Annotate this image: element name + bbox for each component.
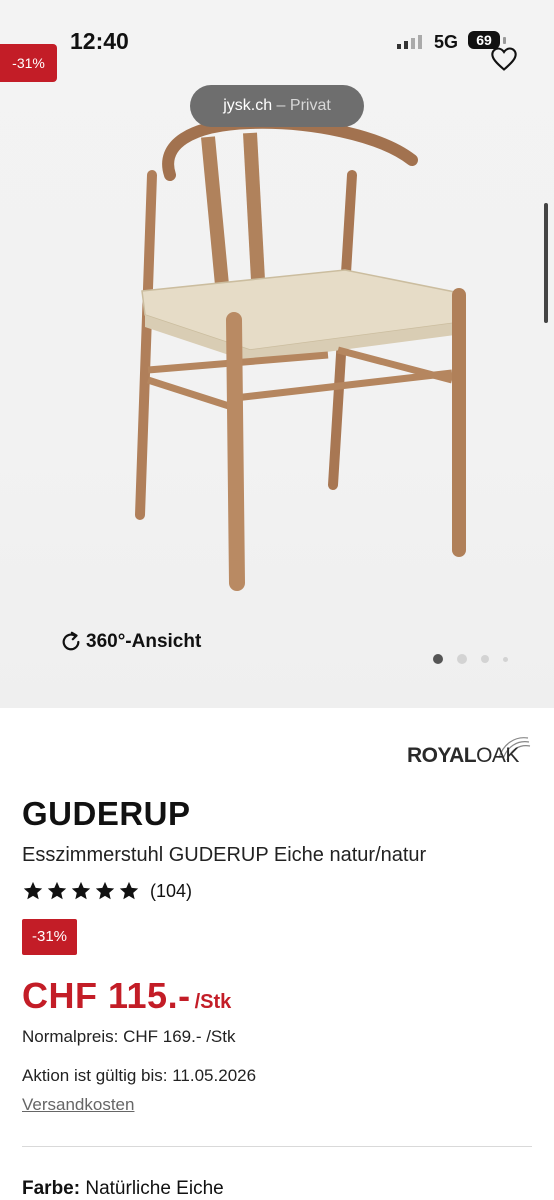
product-title: GUDERUP bbox=[22, 795, 191, 832]
price-amount: CHF 115.- bbox=[22, 975, 191, 1016]
discount-corner-badge: -31% bbox=[0, 44, 57, 82]
brand-logo-royal-oak[interactable]: ROYALOAK bbox=[407, 730, 532, 768]
url-domain: jysk.ch bbox=[223, 97, 273, 114]
private-mode-label: – Privat bbox=[276, 97, 331, 114]
star-icon bbox=[95, 881, 115, 900]
scrollbar[interactable] bbox=[544, 203, 548, 323]
color-label: Farbe: bbox=[22, 1178, 81, 1199]
view-360-button[interactable]: 360°-Ansicht bbox=[60, 630, 201, 654]
normal-price: Normalpreis: CHF 169.- /Stk bbox=[22, 1027, 236, 1046]
star-icon bbox=[71, 881, 91, 900]
signal-icon bbox=[397, 35, 422, 49]
carousel-dot[interactable] bbox=[457, 654, 467, 664]
price: CHF 115.-/Stk bbox=[22, 975, 231, 1017]
view-360-label: 360°-Ansicht bbox=[86, 631, 202, 652]
price-unit: /Stk bbox=[194, 991, 232, 1013]
color-selector[interactable]: Farbe: Natürliche Eiche bbox=[22, 1178, 224, 1200]
brand-oak: OAK bbox=[476, 744, 519, 767]
color-value: Natürliche Eiche bbox=[85, 1178, 224, 1199]
heart-icon[interactable] bbox=[490, 45, 518, 73]
status-time: 12:40 bbox=[70, 28, 129, 54]
product-image-carousel[interactable]: 12:40 5G 69 -31% jysk.ch – Privat 360°-A… bbox=[0, 0, 554, 708]
rotate-icon bbox=[62, 631, 80, 651]
carousel-dot[interactable] bbox=[503, 656, 508, 662]
carousel-dots[interactable] bbox=[433, 654, 508, 664]
product-image-chair bbox=[135, 116, 466, 591]
star-icon bbox=[23, 881, 43, 900]
star-icon bbox=[119, 881, 139, 900]
divider bbox=[22, 1146, 532, 1147]
shipping-costs-link[interactable]: Versandkosten bbox=[22, 1095, 134, 1115]
carousel-dot[interactable] bbox=[433, 654, 443, 664]
brand-royal: ROYAL bbox=[407, 744, 477, 767]
rating-count: (104) bbox=[150, 880, 193, 901]
rating[interactable]: (104) bbox=[22, 880, 192, 902]
carousel-dot[interactable] bbox=[481, 655, 489, 663]
star-icon bbox=[47, 881, 67, 900]
rating-stars bbox=[22, 880, 140, 902]
product-subtitle: Esszimmerstuhl GUDERUP Eiche natur/natur bbox=[22, 844, 427, 866]
discount-badge: -31% bbox=[22, 919, 77, 955]
promo-valid-until: Aktion ist gültig bis: 11.05.2026 bbox=[22, 1066, 257, 1085]
network-type: 5G bbox=[434, 32, 459, 52]
url-bar[interactable]: jysk.ch – Privat bbox=[190, 85, 364, 127]
